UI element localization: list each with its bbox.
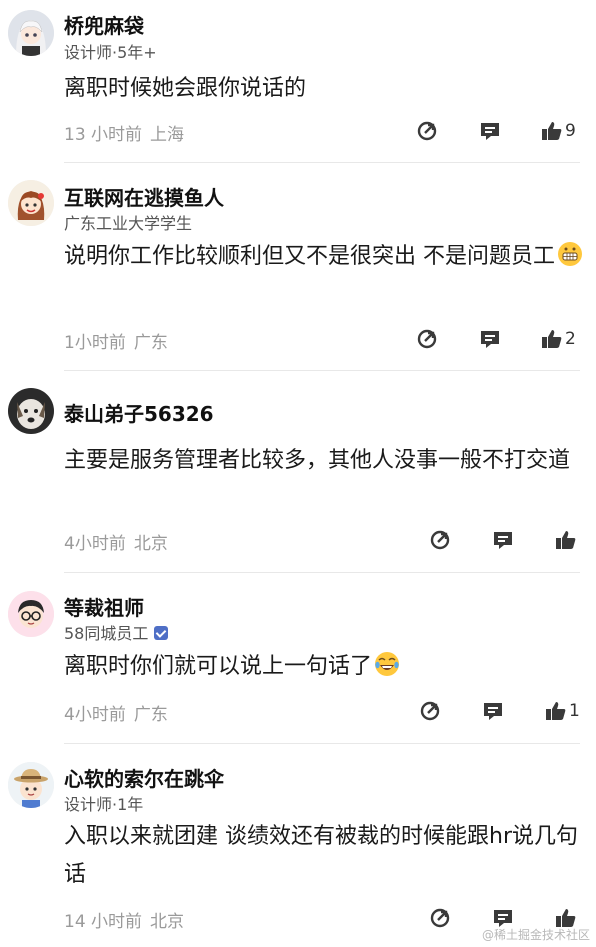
comment-icon [494, 532, 512, 549]
avatar[interactable] [8, 388, 54, 434]
user-title-text: 58同城员工 [64, 624, 149, 643]
reply-button[interactable] [482, 699, 504, 723]
share-icon [430, 530, 450, 550]
comment-icon [484, 703, 502, 720]
comment-time: 4小时前 [64, 705, 126, 725]
comment-location: 北京 [133, 534, 168, 554]
watermark: @稀土掘金技术社区 [481, 928, 590, 942]
divider [64, 743, 580, 744]
reply-button[interactable] [479, 119, 501, 143]
comment-meta: 1小时前 广东 [64, 328, 168, 353]
comment-meta: 13 小时前 上海 [64, 120, 184, 145]
comment-meta: 14 小时前 北京 [64, 907, 184, 932]
comment-location: 广东 [133, 333, 168, 353]
comment-text: 离职时候她会跟你说话的 [64, 70, 584, 108]
share-button[interactable] [429, 528, 451, 552]
avatar[interactable] [8, 180, 54, 226]
comment-time: 13 小时前 [64, 125, 143, 145]
comment-location: 北京 [150, 912, 185, 932]
user-name[interactable]: 互联网在逃摸鱼人 [64, 182, 224, 211]
user-title: 58同城员工 [64, 620, 169, 644]
share-button[interactable] [416, 119, 438, 143]
like-button[interactable]: 2 [541, 327, 576, 351]
like-button[interactable]: 9 [541, 119, 576, 143]
comment-text: 主要是服务管理者比较多，其他人没事一般不打交道 [64, 442, 584, 480]
thumbs-up-icon [556, 531, 576, 549]
comment-text-content: 离职时你们就可以说上一句话了 [64, 654, 373, 679]
divider [64, 572, 580, 573]
comment-time: 4小时前 [64, 534, 126, 554]
avatar[interactable] [8, 762, 54, 808]
comment-location: 上海 [150, 125, 185, 145]
hat-boy-avatar-icon [8, 762, 54, 808]
tears-of-joy-emoji-icon [374, 651, 400, 690]
grimace-emoji-icon [557, 241, 583, 280]
user-name[interactable]: 等裁祖师 [64, 592, 144, 621]
user-name[interactable]: 泰山弟子56326 [64, 398, 214, 427]
braided-girl-avatar-icon [8, 180, 54, 226]
anime-girl-avatar-icon [8, 10, 54, 56]
comment-icon [481, 331, 499, 348]
like-count: 1 [569, 701, 580, 721]
divider [64, 162, 580, 163]
comment-location: 广东 [133, 705, 168, 725]
comment-text-content: 说明你工作比较顺利但又不是很突出 不是问题员工 [64, 244, 555, 269]
avatar[interactable] [8, 10, 54, 56]
reply-button[interactable] [492, 528, 514, 552]
user-name[interactable]: 心软的索尔在跳伞 [64, 763, 224, 792]
user-name[interactable]: 桥兜麻袋 [64, 10, 144, 39]
share-icon [417, 329, 437, 349]
share-button[interactable] [419, 699, 441, 723]
share-button[interactable] [429, 906, 451, 930]
avatar[interactable] [8, 591, 54, 637]
comment-text-content: 主要是服务管理者比较多，其他人没事一般不打交道 [64, 448, 571, 473]
like-count: 9 [565, 121, 576, 141]
share-icon [420, 701, 440, 721]
user-title: 广东工业大学学生 [64, 214, 193, 233]
comment-text: 入职以来就团建 谈绩效还有被裁的时候能跟hr说几句话 [64, 818, 584, 894]
verified-badge-icon [154, 626, 169, 640]
thumbs-up-icon [542, 330, 562, 348]
comment-meta: 4小时前 北京 [64, 529, 168, 554]
share-icon [430, 908, 450, 928]
thumbs-up-icon [546, 702, 566, 720]
thumbs-up-icon [542, 122, 562, 140]
comment-text: 说明你工作比较顺利但又不是很突出 不是问题员工 [64, 238, 584, 280]
like-button[interactable]: 1 [545, 699, 580, 723]
comment-time: 1小时前 [64, 333, 126, 353]
share-button[interactable] [416, 327, 438, 351]
comment-text-content: 入职以来就团建 谈绩效还有被裁的时候能跟hr说几句话 [64, 824, 578, 887]
like-count: 2 [565, 329, 576, 349]
divider [64, 370, 580, 371]
comment-meta: 4小时前 广东 [64, 700, 168, 725]
like-button[interactable] [555, 528, 579, 552]
comment-icon [481, 123, 499, 140]
reply-button[interactable] [479, 327, 501, 351]
comment-text-content: 离职时候她会跟你说话的 [64, 76, 307, 101]
user-title: 设计师·1年 [64, 795, 144, 814]
share-icon [417, 121, 437, 141]
comment-text: 离职时你们就可以说上一句话了 [64, 648, 584, 690]
dog-avatar-icon [8, 388, 54, 434]
glasses-boy-avatar-icon [8, 591, 54, 637]
comment-time: 14 小时前 [64, 912, 143, 932]
user-title: 设计师·5年+ [64, 43, 157, 62]
